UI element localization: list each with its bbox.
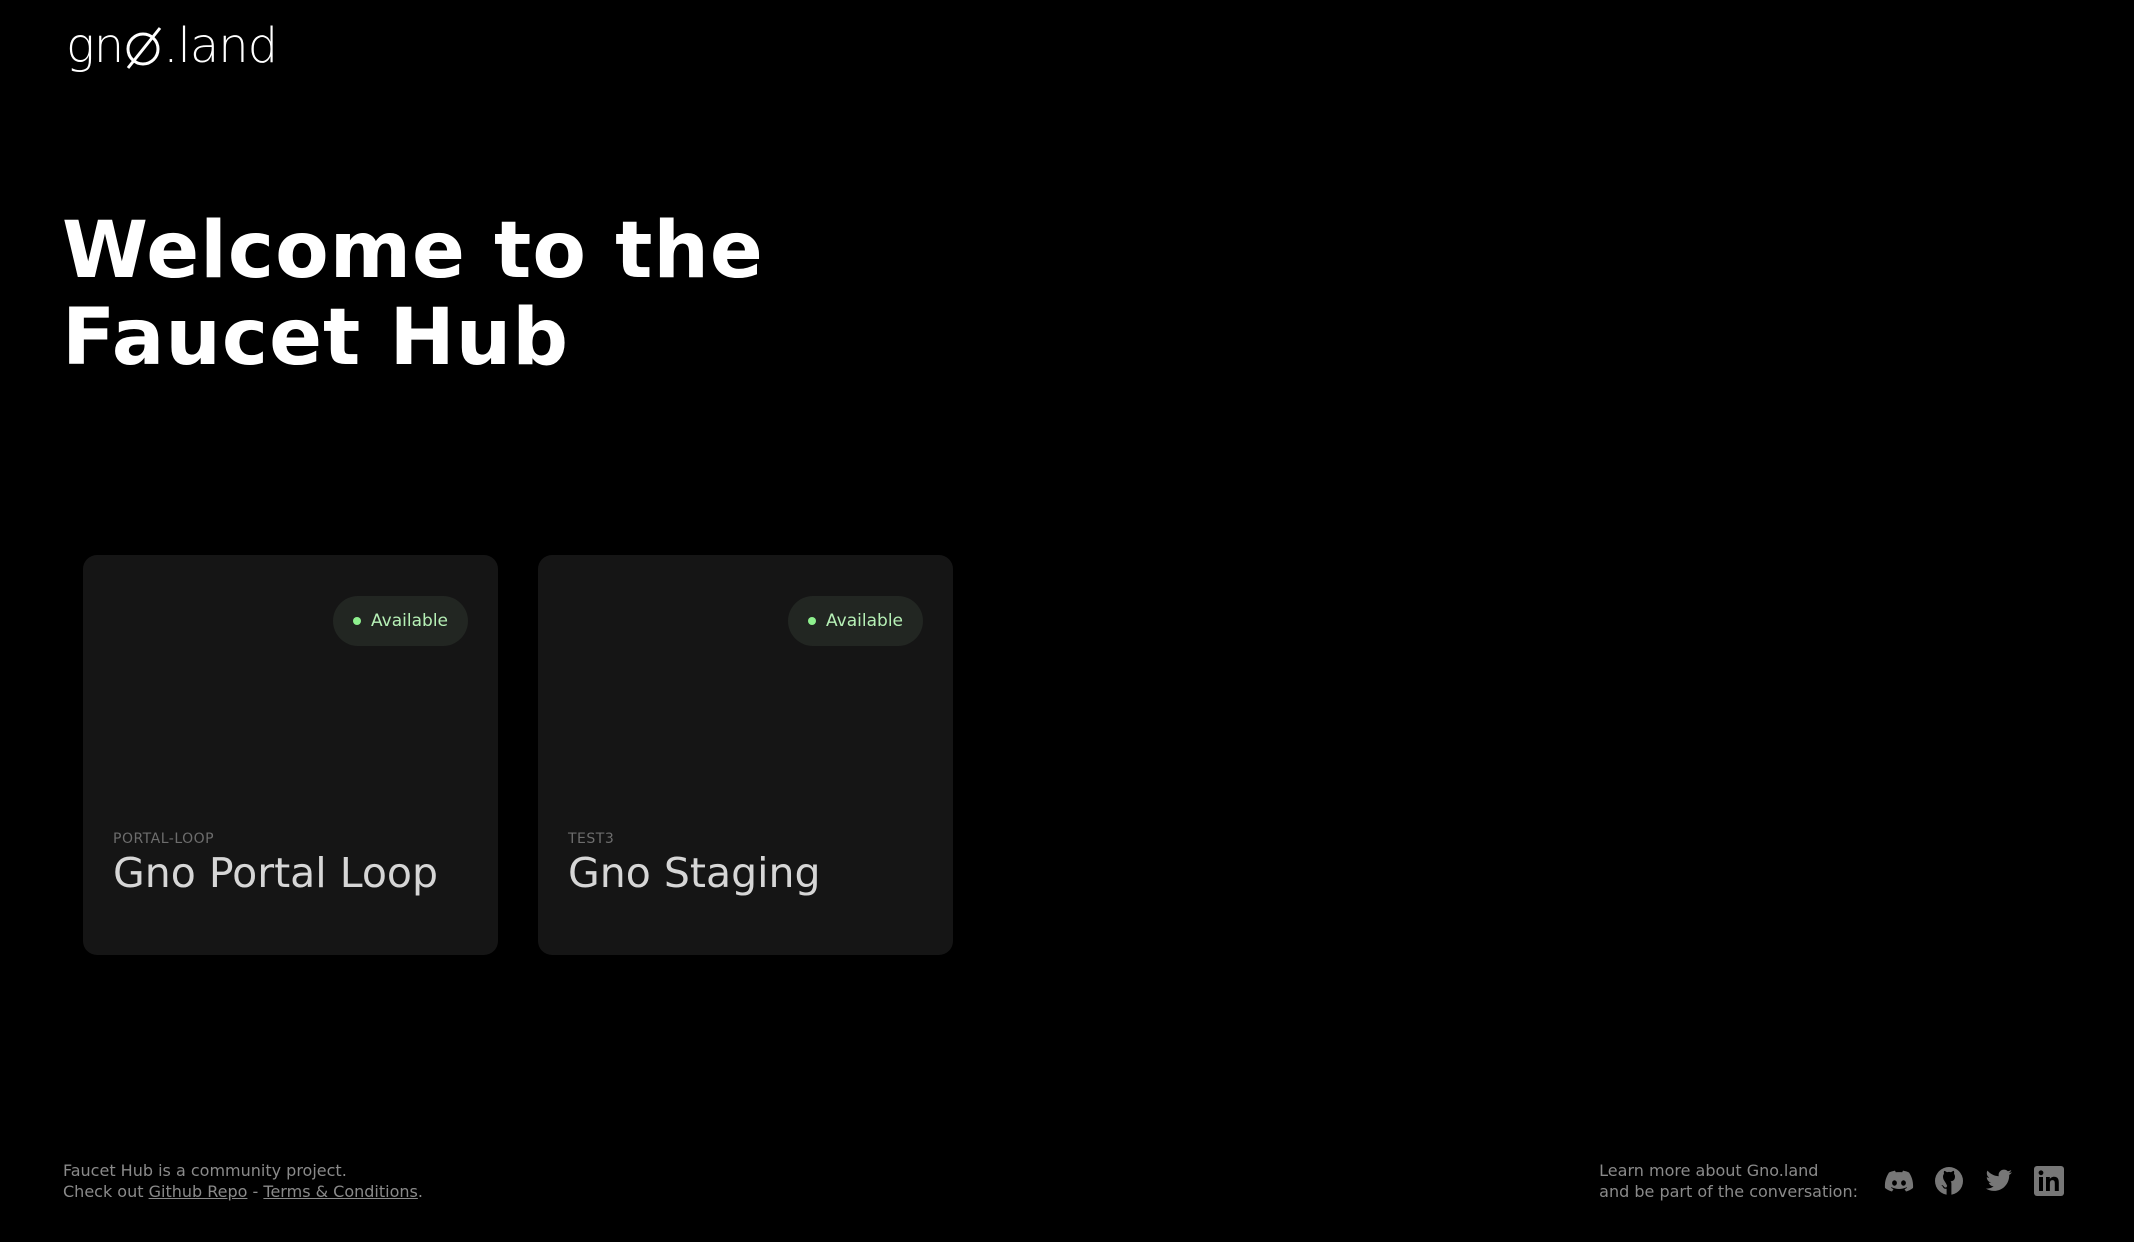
status-dot-icon (808, 617, 817, 625)
faucet-slug: TEST3 (568, 831, 615, 847)
faucet-card-staging[interactable]: Available TEST3 Gno Staging (538, 555, 953, 955)
footer-social: Learn more about Gno.land and be part of… (1599, 1160, 2064, 1202)
footer-separator: - (252, 1182, 259, 1201)
learn-more-line-1: Learn more about Gno.land (1599, 1161, 1819, 1180)
status-badge: Available (788, 596, 923, 646)
status-label: Available (826, 611, 903, 631)
terms-conditions-link[interactable]: Terms & Conditions (263, 1182, 417, 1201)
page-title-line-2: Faucet Hub (62, 293, 570, 383)
github-icon[interactable] (1934, 1166, 1964, 1196)
faucet-name: Gno Staging (568, 849, 821, 897)
social-links (1884, 1166, 2064, 1196)
github-repo-link[interactable]: Github Repo (149, 1182, 248, 1201)
gno-land-logo[interactable]: gn .land (66, 18, 278, 74)
faucet-card-portal-loop[interactable]: Available PORTAL-LOOP Gno Portal Loop (83, 555, 498, 955)
twitter-icon[interactable] (1984, 1166, 2014, 1196)
page-title: Welcome to the Faucet Hub (62, 208, 962, 382)
status-dot-icon (353, 617, 362, 625)
discord-icon[interactable] (1884, 1166, 1914, 1196)
slashed-o-icon (124, 25, 162, 69)
linkedin-icon[interactable] (2034, 1166, 2064, 1196)
footer-learn-more-text: Learn more about Gno.land and be part of… (1599, 1160, 1858, 1202)
footer-community-text: Faucet Hub is a community project. (63, 1161, 347, 1180)
footer-check-out-text: Check out (63, 1182, 144, 1201)
faucet-slug: PORTAL-LOOP (113, 831, 215, 847)
footer-period: . (417, 1182, 423, 1201)
footer-links-line: Check out Github Repo - Terms & Conditio… (63, 1181, 423, 1202)
learn-more-line-2: and be part of the conversation: (1599, 1182, 1858, 1201)
page-title-line-1: Welcome to the (62, 206, 764, 296)
footer-info: Faucet Hub is a community project. Check… (63, 1160, 423, 1202)
logo-text-land: .land (163, 18, 278, 74)
status-badge: Available (333, 596, 468, 646)
logo-text-gn: gn (66, 18, 124, 74)
faucet-name: Gno Portal Loop (113, 849, 439, 897)
status-label: Available (371, 611, 448, 631)
